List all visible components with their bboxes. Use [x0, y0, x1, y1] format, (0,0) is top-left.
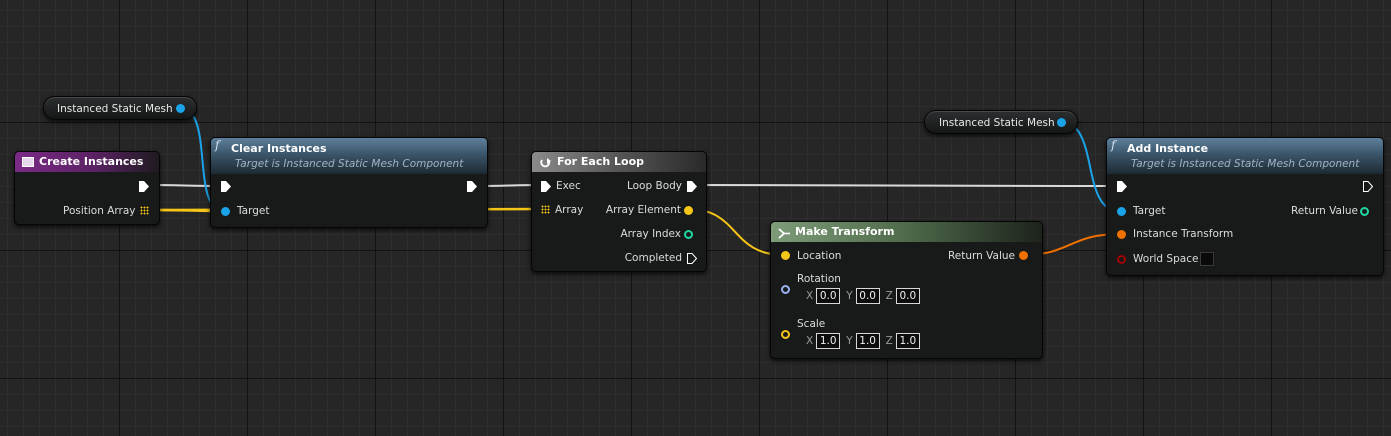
- node-header: f Add Instance Target is Instanced Stati…: [1107, 138, 1383, 174]
- target-pin[interactable]: [221, 207, 230, 216]
- array-element-pin[interactable]: [684, 206, 693, 215]
- array-pin-icon[interactable]: [541, 205, 550, 214]
- pin-label-return-value: Return Value: [1290, 205, 1358, 217]
- node-title: Clear Instances: [231, 142, 327, 155]
- node-for-each-loop[interactable]: For Each Loop Exec Array Loop Body Array…: [531, 151, 707, 272]
- scale-values: X 1.0 Y 1.0 Z 1.0: [800, 333, 920, 349]
- location-pin[interactable]: [781, 251, 790, 260]
- pin-label-target: Target: [237, 205, 270, 217]
- node-title: Create Instances: [39, 155, 144, 168]
- pin-label-return-value: Return Value: [947, 250, 1015, 262]
- node-subtitle: Target is Instanced Static Mesh Componen…: [1131, 158, 1360, 170]
- pin-label-loop-body: Loop Body: [626, 180, 682, 192]
- scale-x-input[interactable]: 1.0: [816, 333, 841, 349]
- rotation-x-input[interactable]: 0.0: [816, 288, 841, 304]
- node-header: f Clear Instances Target is Instanced St…: [211, 138, 487, 174]
- rotation-values: X 0.0 Y 0.0 Z 0.0: [800, 288, 920, 304]
- exec-out-loop-body[interactable]: [687, 181, 697, 192]
- target-pin[interactable]: [1117, 207, 1126, 216]
- node-header: Make Transform: [771, 222, 1042, 242]
- exec-out-pin[interactable]: [139, 181, 149, 192]
- pin-label-completed: Completed: [624, 252, 682, 264]
- variable-node-instanced-static-mesh[interactable]: Instanced Static Mesh: [43, 96, 197, 120]
- macro-loop-icon: [539, 156, 551, 168]
- node-title: For Each Loop: [557, 155, 644, 168]
- pin-label-location: Location: [797, 250, 842, 262]
- instance-transform-pin[interactable]: [1117, 230, 1126, 239]
- pin-label-exec: Exec: [556, 180, 581, 192]
- event-icon: [22, 157, 34, 167]
- scale-y-input[interactable]: 1.0: [855, 333, 880, 349]
- node-make-transform[interactable]: Make Transform Location Return Value Rot…: [770, 221, 1043, 359]
- pin-label-world-space: World Space: [1133, 253, 1199, 265]
- pin-label-instance-transform: Instance Transform: [1133, 228, 1234, 240]
- rotation-z-label: Z: [885, 290, 893, 302]
- node-title: Add Instance: [1127, 142, 1209, 155]
- object-pin-out[interactable]: [1057, 118, 1066, 127]
- rotation-y-input[interactable]: 0.0: [855, 288, 880, 304]
- variable-node-instanced-static-mesh-2[interactable]: Instanced Static Mesh: [924, 110, 1078, 134]
- node-add-instance[interactable]: f Add Instance Target is Instanced Stati…: [1106, 137, 1384, 276]
- exec-out-pin[interactable]: [467, 181, 477, 192]
- node-clear-instances[interactable]: f Clear Instances Target is Instanced St…: [210, 137, 488, 228]
- scale-pin[interactable]: [781, 330, 790, 339]
- node-header: Create Instances: [15, 152, 159, 172]
- scale-z-label: Z: [885, 335, 893, 347]
- rotation-z-input[interactable]: 0.0: [895, 288, 920, 304]
- scale-y-label: Y: [846, 335, 853, 347]
- world-space-checkbox[interactable]: [1200, 252, 1214, 266]
- pin-label-position-array: Position Array: [63, 205, 136, 217]
- struct-icon: [778, 226, 791, 239]
- variable-label: Instanced Static Mesh: [939, 117, 1055, 129]
- exec-out-pin[interactable]: [1363, 181, 1373, 192]
- node-subtitle: Target is Instanced Static Mesh Componen…: [235, 158, 464, 170]
- pin-label-scale: Scale: [797, 318, 826, 330]
- pin-label-array-element: Array Element: [605, 204, 681, 216]
- exec-in-pin[interactable]: [541, 181, 551, 192]
- rotation-y-label: Y: [846, 290, 853, 302]
- pin-label-target: Target: [1133, 205, 1166, 217]
- exec-out-completed[interactable]: [687, 253, 697, 264]
- node-header: For Each Loop: [532, 152, 706, 172]
- pin-label-array: Array: [555, 204, 584, 216]
- exec-in-pin[interactable]: [221, 181, 231, 192]
- object-pin-out[interactable]: [176, 104, 185, 113]
- scale-x-label: X: [806, 335, 814, 347]
- rotation-x-label: X: [806, 290, 814, 302]
- return-value-pin[interactable]: [1019, 251, 1028, 260]
- exec-in-pin[interactable]: [1117, 181, 1127, 192]
- world-space-pin[interactable]: [1117, 255, 1126, 264]
- array-pin-icon[interactable]: [140, 206, 149, 215]
- rotation-pin[interactable]: [781, 285, 790, 294]
- pin-label-array-index: Array Index: [620, 228, 681, 240]
- pin-label-rotation: Rotation: [797, 273, 841, 285]
- node-title: Make Transform: [795, 225, 895, 238]
- return-value-pin[interactable]: [1360, 207, 1369, 216]
- scale-z-input[interactable]: 1.0: [895, 333, 920, 349]
- exec-wire-foreach-to-add[interactable]: [695, 184, 1119, 187]
- variable-label: Instanced Static Mesh: [57, 103, 173, 115]
- node-create-instances[interactable]: Create Instances Position Array: [14, 151, 160, 225]
- array-index-pin[interactable]: [684, 230, 693, 239]
